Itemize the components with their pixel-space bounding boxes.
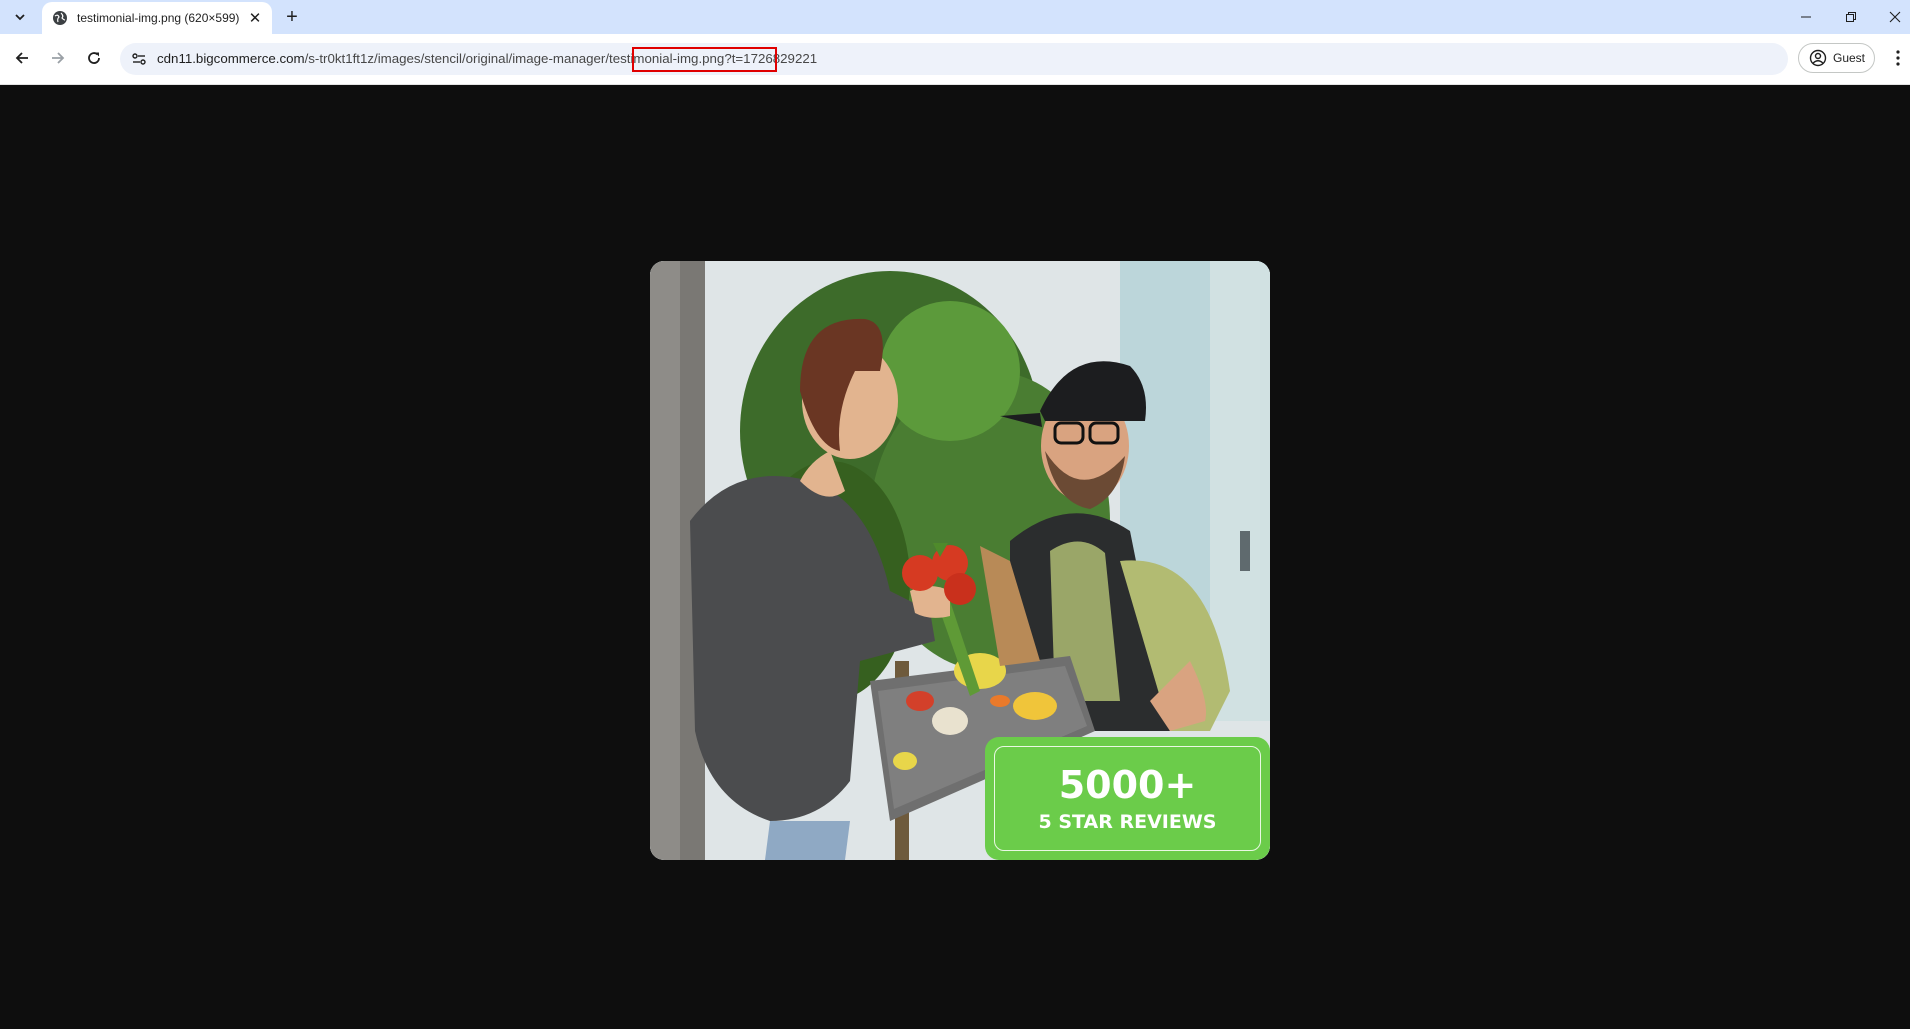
tab-title: testimonial-img.png (620×599) (77, 11, 240, 25)
arrow-left-icon (15, 52, 28, 64)
reload-icon (88, 52, 100, 64)
chevron-down-icon (15, 14, 25, 21)
site-info-icon[interactable] (130, 50, 148, 68)
restore-button[interactable] (1828, 0, 1874, 34)
new-tab-button[interactable]: + (280, 5, 304, 29)
browser-tab[interactable]: testimonial-img.png (620×599) ✕ (42, 2, 272, 34)
displayed-image: 5000+ 5 STAR REVIEWS (650, 261, 1270, 860)
close-tab-icon[interactable]: ✕ (246, 9, 264, 27)
address-bar[interactable]: cdn11.bigcommerce.com/s-tr0kt1ft1z/image… (120, 43, 1788, 75)
browser-toolbar: cdn11.bigcommerce.com/s-tr0kt1ft1z/image… (0, 34, 1910, 85)
restore-icon (1846, 12, 1856, 22)
reviews-label: 5 STAR REVIEWS (1038, 810, 1217, 833)
reload-button[interactable] (80, 44, 108, 72)
url-host: cdn11.bigcommerce.com (157, 51, 305, 66)
globe-icon (52, 10, 68, 26)
browser-menu-button[interactable] (1888, 44, 1908, 72)
close-window-button[interactable] (1872, 0, 1910, 34)
back-button[interactable] (8, 44, 36, 72)
arrow-right-icon (52, 52, 65, 64)
tab-search-button[interactable] (6, 5, 34, 29)
more-vertical-icon (1896, 50, 1900, 66)
profile-button[interactable]: Guest (1798, 43, 1875, 73)
reviews-badge: 5000+ 5 STAR REVIEWS (985, 737, 1270, 860)
minimize-icon (1801, 16, 1811, 18)
reviews-badge-inner: 5000+ 5 STAR REVIEWS (994, 746, 1261, 851)
close-icon (1889, 11, 1901, 23)
forward-button[interactable] (44, 44, 72, 72)
tab-strip: testimonial-img.png (620×599) ✕ + (0, 0, 1910, 34)
profile-label: Guest (1833, 51, 1866, 65)
minimize-button[interactable] (1783, 0, 1829, 34)
reviews-count: 5000+ (1058, 762, 1197, 807)
account-circle-icon (1809, 49, 1827, 67)
url-highlight-box (632, 47, 777, 72)
